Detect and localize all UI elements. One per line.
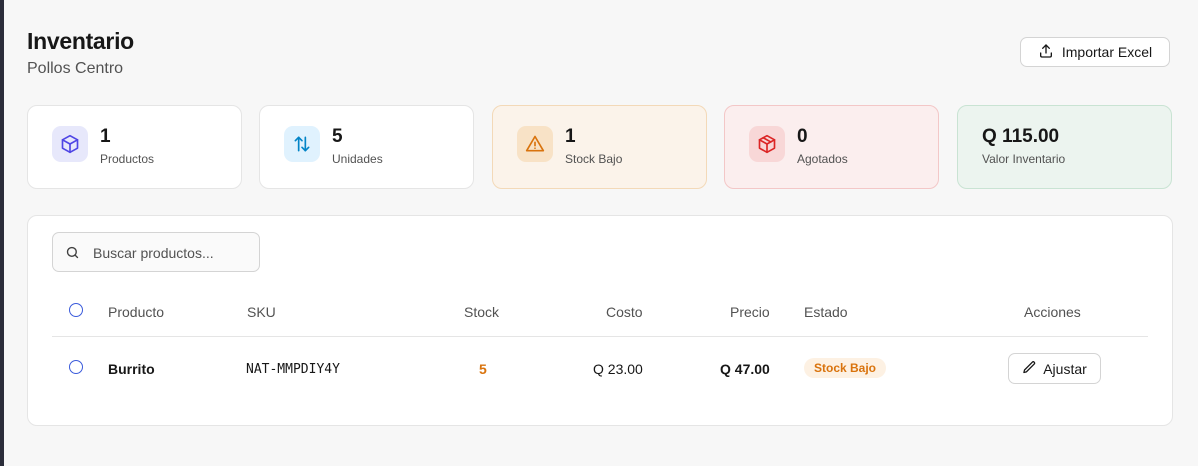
- stat-card-agotados: 0 Agotados: [724, 105, 939, 189]
- cell-precio: Q 47.00: [720, 361, 770, 377]
- column-header-sku[interactable]: SKU: [247, 304, 276, 320]
- page-title: Inventario: [27, 28, 134, 54]
- cell-costo: Q 23.00: [593, 361, 643, 377]
- cell-producto: Burrito: [108, 361, 155, 377]
- import-excel-button[interactable]: Importar Excel: [1020, 37, 1170, 67]
- adjust-label: Ajustar: [1043, 360, 1087, 377]
- adjust-button[interactable]: Ajustar: [1008, 353, 1101, 384]
- import-excel-label: Importar Excel: [1061, 44, 1153, 60]
- products-table-card: Producto SKU Stock Costo Precio Estado A…: [27, 215, 1173, 426]
- stat-value: 0: [797, 126, 808, 147]
- stat-label: Stock Bajo: [565, 152, 623, 166]
- cell-stock: 5: [479, 361, 487, 377]
- header-divider: [52, 336, 1148, 337]
- search-box[interactable]: [52, 232, 260, 272]
- box-alert-icon: [749, 126, 785, 162]
- column-header-producto[interactable]: Producto: [108, 304, 164, 320]
- row-select-radio[interactable]: [69, 360, 83, 374]
- stat-card-unidades: 5 Unidades: [259, 105, 474, 189]
- status-badge: Stock Bajo: [804, 358, 887, 378]
- stat-label: Unidades: [332, 152, 383, 166]
- stat-value: 1: [565, 126, 576, 147]
- column-header-acciones: Acciones: [1024, 304, 1081, 320]
- stat-value: 5: [332, 126, 343, 147]
- stat-label: Agotados: [797, 152, 848, 166]
- stat-label: Productos: [100, 152, 155, 166]
- stat-label: Valor Inventario: [982, 152, 1066, 166]
- warning-icon: [517, 126, 553, 162]
- inventory-page: Inventario Pollos Centro Importar Excel …: [4, 0, 1198, 466]
- stat-card-productos: 1 Productos: [27, 105, 242, 189]
- search-icon: [66, 246, 79, 259]
- stat-value: Q 115.00: [982, 126, 1060, 147]
- box-icon: [52, 126, 88, 162]
- column-header-costo[interactable]: Costo: [606, 304, 643, 320]
- pencil-icon: [1022, 360, 1037, 378]
- stat-card-stock-bajo: 1 Stock Bajo: [492, 105, 707, 189]
- column-header-estado[interactable]: Estado: [804, 304, 848, 320]
- stat-card-valor-inventario: Q 115.00 Valor Inventario: [957, 105, 1172, 189]
- arrows-up-down-icon: [284, 126, 320, 162]
- cell-sku: NAT-MMPDIY4Y: [246, 362, 340, 377]
- column-header-precio[interactable]: Precio: [730, 304, 770, 320]
- page-subtitle: Pollos Centro: [27, 60, 124, 77]
- select-all-radio[interactable]: [69, 303, 83, 317]
- search-input[interactable]: [91, 242, 255, 264]
- upload-icon: [1038, 43, 1054, 62]
- stat-value: 1: [100, 126, 111, 147]
- column-header-stock[interactable]: Stock: [464, 304, 499, 320]
